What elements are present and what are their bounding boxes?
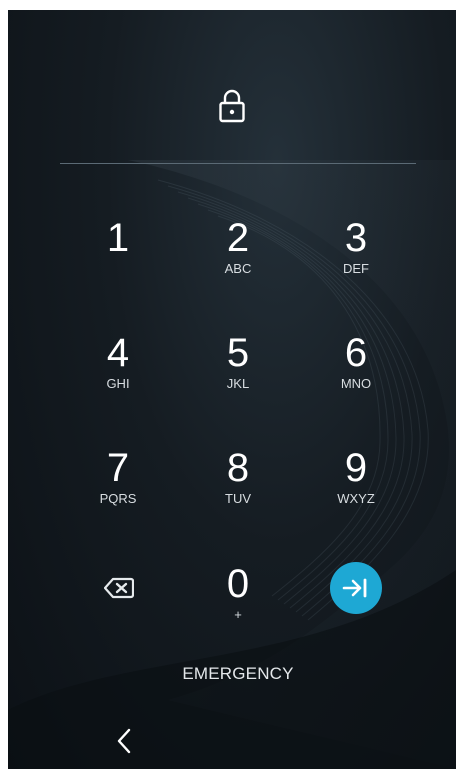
key-letters: GHI: [106, 376, 130, 391]
enter-arrow-icon: [342, 578, 367, 598]
lock-icon: [219, 89, 245, 123]
key-digit: 3: [344, 216, 368, 260]
key-6[interactable]: 6 MNO: [306, 331, 406, 421]
key-digit: 0: [226, 562, 250, 606]
emergency-button[interactable]: EMERGENCY: [138, 664, 338, 684]
pin-entry-field[interactable]: [60, 163, 416, 164]
key-digit: 7: [106, 446, 130, 490]
back-chevron-icon[interactable]: [112, 726, 136, 756]
key-digit: 1: [106, 216, 130, 260]
key-digit: 5: [226, 331, 250, 375]
lock-screen: 1 2 ABC 3 DEF 4 GHI 5 JKL 6 MNO 7 PQRS 8…: [8, 10, 456, 769]
key-digit: 6: [344, 331, 368, 375]
key-letters: WXYZ: [337, 491, 375, 506]
key-letters: +: [234, 607, 242, 622]
key-digit: 9: [344, 446, 368, 490]
key-digit: 8: [226, 446, 250, 490]
key-letters: JKL: [226, 376, 250, 391]
key-4[interactable]: 4 GHI: [68, 331, 168, 421]
key-letters: MNO: [340, 376, 372, 391]
key-8[interactable]: 8 TUV: [188, 446, 288, 536]
key-letters: DEF: [343, 261, 369, 276]
key-digit: 2: [226, 216, 250, 260]
key-9[interactable]: 9 WXYZ: [306, 446, 406, 536]
enter-button[interactable]: [330, 562, 382, 614]
key-0[interactable]: 0 +: [188, 562, 288, 652]
key-1[interactable]: 1: [68, 216, 168, 306]
key-5[interactable]: 5 JKL: [188, 331, 288, 421]
key-7[interactable]: 7 PQRS: [68, 446, 168, 536]
backspace-icon[interactable]: [104, 576, 134, 600]
key-3[interactable]: 3 DEF: [306, 216, 406, 306]
key-letters: TUV: [225, 491, 251, 506]
key-2[interactable]: 2 ABC: [188, 216, 288, 306]
key-letters: ABC: [224, 261, 252, 276]
key-digit: 4: [106, 331, 130, 375]
key-letters: PQRS: [99, 491, 137, 506]
